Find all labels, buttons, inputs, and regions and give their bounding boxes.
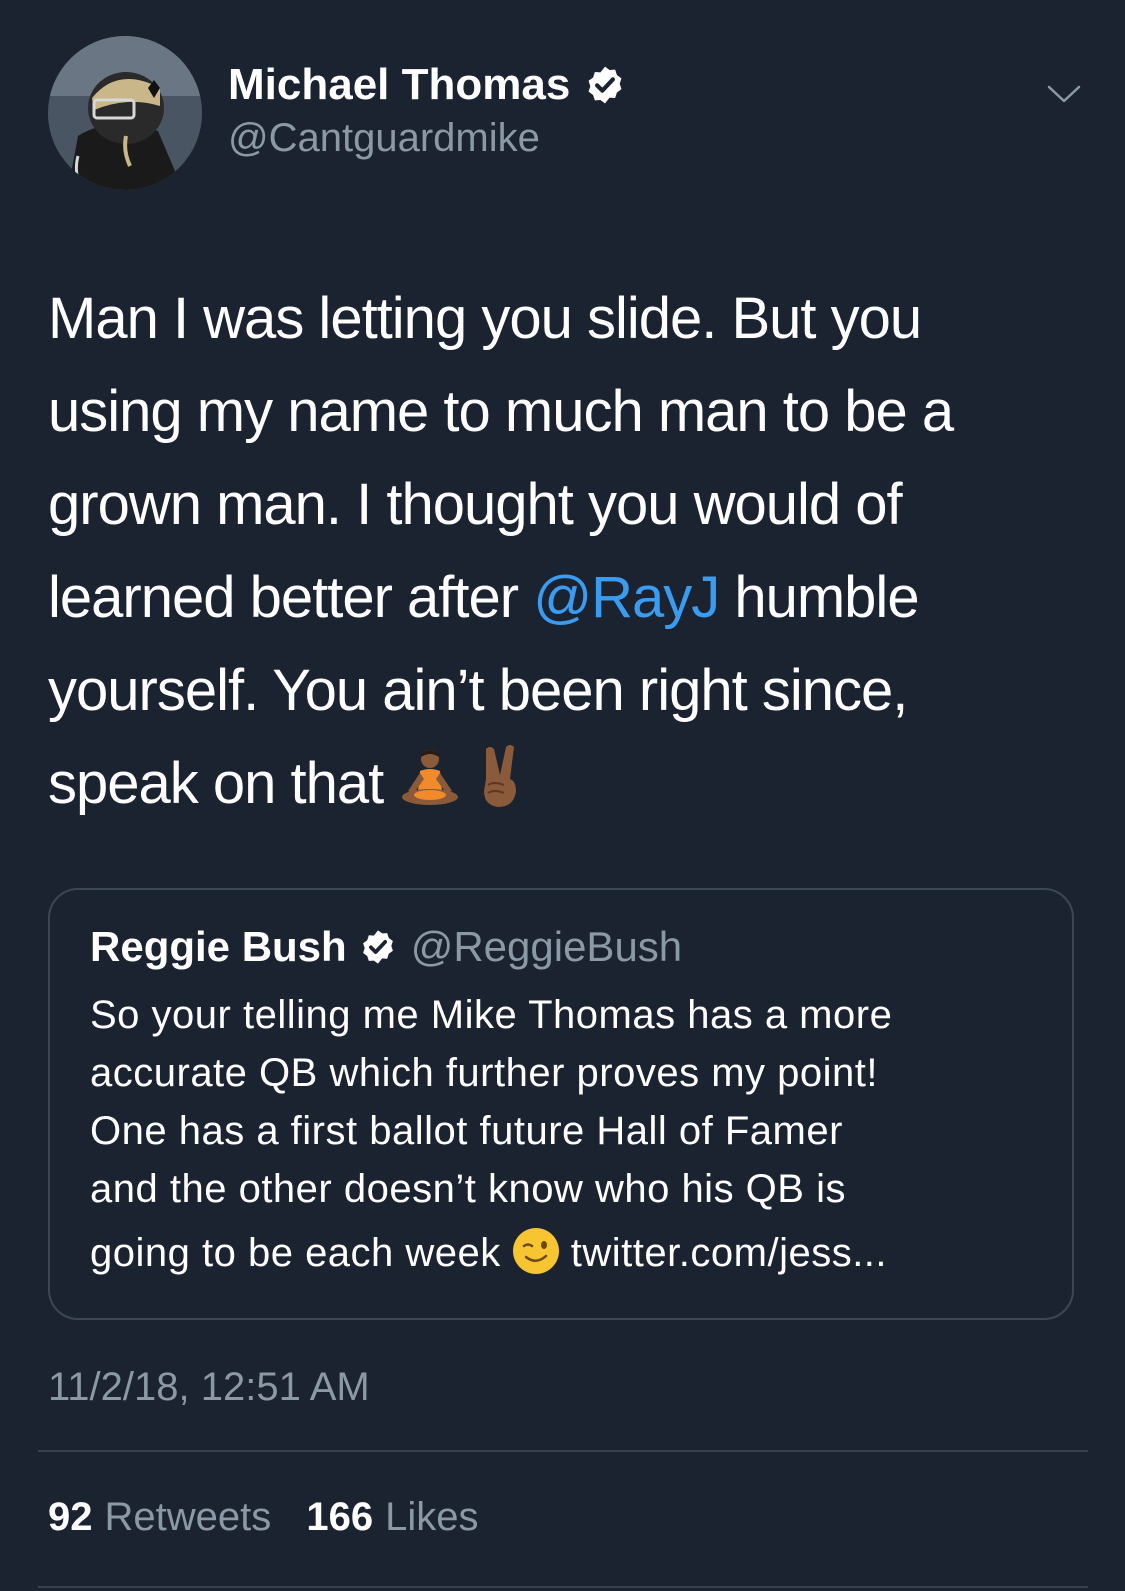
tweet-text-line: speak on that bbox=[48, 737, 1078, 830]
tweet-text-segment: speak on that bbox=[48, 751, 399, 816]
retweets-count: 92 bbox=[48, 1495, 93, 1539]
likes-label: Likes bbox=[385, 1495, 479, 1539]
quoted-tweet-text: So your telling me Mike Thomas has a mor… bbox=[90, 986, 1050, 1288]
person-in-lotus-position-emoji-icon bbox=[398, 741, 462, 811]
verified-badge-icon bbox=[584, 64, 626, 106]
tweet-text-line: Man I was letting you slide. But you bbox=[48, 286, 922, 351]
quoted-tweet-header: Reggie Bush @ReggieBush bbox=[90, 920, 682, 974]
quoted-text-line: So your telling me Mike Thomas has a mor… bbox=[90, 993, 893, 1037]
quoted-text-line: going to be each week twitter.com/jess..… bbox=[90, 1218, 1050, 1288]
winking-face-emoji-icon bbox=[511, 1226, 561, 1276]
verified-badge-icon bbox=[359, 928, 397, 966]
tweet-text-line: learned better after @RayJ humble bbox=[48, 551, 1078, 644]
quoted-text-line: One has a first ballot future Hall of Fa… bbox=[90, 1109, 843, 1153]
author-handle[interactable]: @Cantguardmike bbox=[228, 114, 540, 162]
tweet-text-line: yourself. You ain’t been right since, bbox=[48, 658, 908, 723]
quoted-tweet-card[interactable]: Reggie Bush @ReggieBush So your telling … bbox=[48, 888, 1074, 1320]
mention-link[interactable]: @RayJ bbox=[533, 565, 720, 630]
quoted-text-line: accurate QB which further proves my poin… bbox=[90, 1051, 878, 1095]
divider bbox=[38, 1586, 1088, 1588]
quoted-link[interactable]: twitter.com/jess... bbox=[571, 1231, 887, 1275]
tweet-text-line: grown man. I thought you would of bbox=[48, 472, 903, 537]
divider bbox=[38, 1450, 1088, 1452]
quoted-text-segment: going to be each week bbox=[90, 1231, 501, 1275]
tweet-text-segment: humble bbox=[719, 565, 919, 630]
tweet-text-line: using my name to much man to be a bbox=[48, 379, 954, 444]
avatar[interactable] bbox=[48, 36, 202, 190]
engagement-stats: 92 Retweets 166 Likes bbox=[48, 1492, 479, 1542]
likes-stat[interactable]: 166 Likes bbox=[306, 1492, 478, 1542]
quoted-display-name: Reggie Bush bbox=[90, 923, 347, 970]
victory-hand-emoji-icon bbox=[468, 741, 532, 811]
retweets-stat[interactable]: 92 Retweets bbox=[48, 1492, 271, 1542]
retweets-label: Retweets bbox=[104, 1495, 272, 1539]
tweet-text: Man I was letting you slide. But you usi… bbox=[48, 272, 1078, 830]
tweet-timestamp: 11/2/18, 12:51 AM bbox=[48, 1365, 370, 1409]
chevron-down-icon[interactable] bbox=[1044, 74, 1084, 114]
tweet-text-segment: learned better after bbox=[48, 565, 534, 630]
likes-count: 166 bbox=[306, 1495, 374, 1539]
author-display-name[interactable]: Michael Thomas bbox=[228, 58, 570, 112]
quoted-handle: @ReggieBush bbox=[410, 923, 683, 970]
author-display-name-row[interactable]: Michael Thomas bbox=[228, 58, 626, 112]
avatar-image bbox=[48, 36, 202, 190]
quoted-text-line: and the other doesn’t know who his QB is bbox=[90, 1167, 846, 1211]
